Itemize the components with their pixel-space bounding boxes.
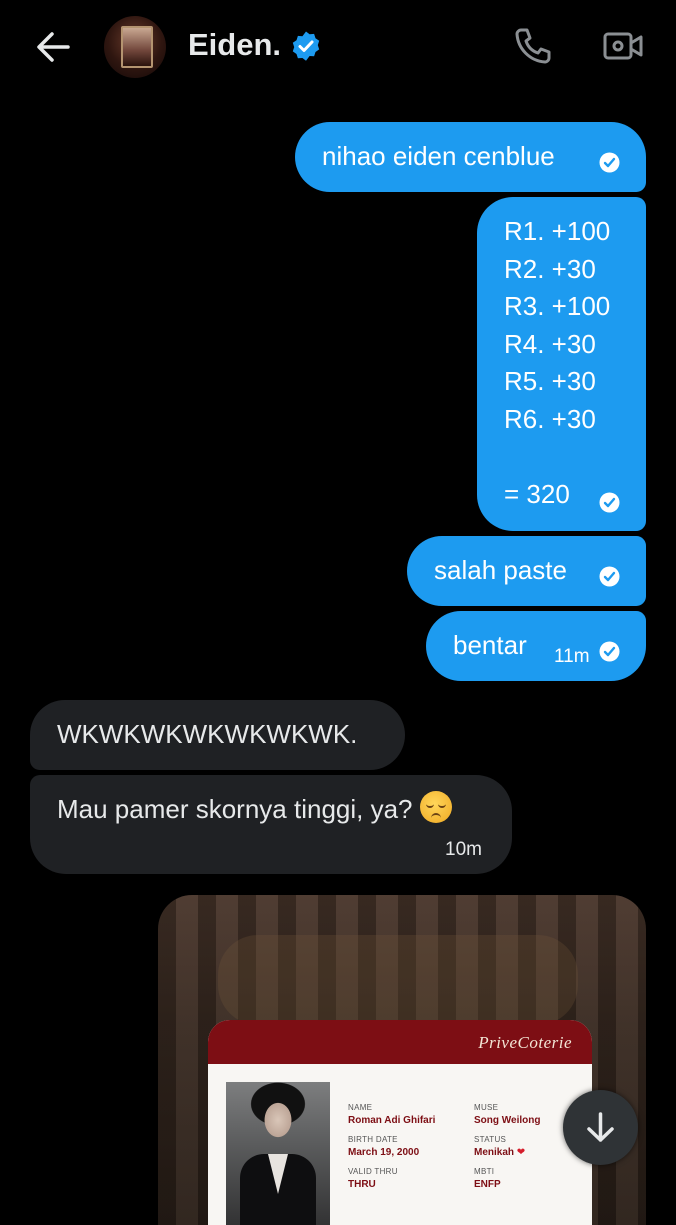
heart-icon: ❤ bbox=[516, 1147, 526, 1158]
read-check-icon bbox=[599, 641, 620, 662]
message-text: WKWKWKWKWKWKWK. bbox=[57, 719, 358, 749]
field-label: BIRTH DATE bbox=[348, 1135, 398, 1144]
message-bubble-incoming[interactable]: WKWKWKWKWKWKWK. bbox=[30, 700, 405, 770]
contact-avatar[interactable] bbox=[104, 16, 166, 78]
message-line: R1. +100 bbox=[504, 216, 611, 246]
message-text-lines: R1. +100 R2. +30 R3. +100 R4. +30 R5. +3… bbox=[504, 213, 610, 513]
message-text: nihao eiden cenblue bbox=[322, 141, 555, 171]
portrait-photo bbox=[226, 1082, 330, 1225]
message-timestamp: 11m bbox=[554, 646, 590, 667]
image-attachment[interactable]: PriveCoterie NAME Roman Adi Ghifari MUSE… bbox=[158, 895, 646, 1225]
message-text: Mau pamer skornya tinggi, ya? bbox=[57, 794, 413, 824]
message-line: R6. +30 bbox=[504, 403, 596, 434]
field-label: NAME bbox=[348, 1103, 373, 1112]
field-value: ENFP bbox=[474, 1179, 501, 1190]
message-line: = 320 bbox=[504, 478, 570, 509]
field-value: Menikah bbox=[474, 1147, 515, 1158]
verified-badge-icon bbox=[292, 31, 320, 61]
video-camera-icon[interactable] bbox=[602, 25, 644, 67]
message-text: bentar bbox=[453, 630, 527, 660]
field-value: Roman Adi Ghifari bbox=[348, 1115, 436, 1126]
message-bubble-outgoing[interactable]: salah paste bbox=[407, 536, 646, 606]
card-header: PriveCoterie bbox=[208, 1020, 592, 1064]
field-value: THRU bbox=[348, 1179, 376, 1190]
back-arrow-icon[interactable] bbox=[32, 26, 74, 68]
read-check-icon bbox=[599, 152, 620, 173]
field-label: STATUS bbox=[474, 1135, 507, 1144]
message-bubble-incoming[interactable]: Mau pamer skornya tinggi, ya? 10m bbox=[30, 775, 512, 874]
field-value-wrap: Menikah ❤ bbox=[474, 1147, 525, 1158]
message-line: R2. +30 bbox=[504, 253, 596, 284]
arrow-down-icon bbox=[587, 1112, 614, 1142]
read-check-icon bbox=[599, 492, 620, 513]
message-bubble-outgoing[interactable]: R1. +100 R2. +30 R3. +100 R4. +30 R5. +3… bbox=[477, 197, 646, 531]
brand-logo: PriveCoterie bbox=[478, 1033, 572, 1052]
contact-name[interactable]: Eiden. bbox=[188, 27, 281, 63]
message-bubble-outgoing[interactable]: nihao eiden cenblue bbox=[295, 122, 646, 192]
message-text-wrap: Mau pamer skornya tinggi, ya? bbox=[57, 791, 452, 829]
message-text: salah paste bbox=[434, 555, 567, 585]
field-label: MBTI bbox=[474, 1167, 495, 1176]
pensive-face-emoji-icon bbox=[419, 791, 452, 823]
message-timestamp: 10m bbox=[445, 839, 482, 860]
field-value: Song Weilong bbox=[474, 1115, 541, 1126]
chat-header: Eiden. bbox=[0, 0, 676, 96]
field-label: MUSE bbox=[474, 1103, 499, 1112]
field-label: VALID THRU bbox=[348, 1167, 398, 1176]
message-line: R5. +30 bbox=[504, 366, 596, 396]
id-card-image: PriveCoterie NAME Roman Adi Ghifari MUSE… bbox=[208, 1020, 592, 1225]
message-line: R3. +100 bbox=[504, 291, 611, 321]
message-line: R4. +30 bbox=[504, 328, 596, 359]
scroll-to-bottom-button[interactable] bbox=[563, 1090, 638, 1165]
field-value: March 19, 2000 bbox=[348, 1147, 420, 1158]
phone-icon[interactable] bbox=[512, 25, 554, 67]
read-check-icon bbox=[599, 566, 620, 587]
message-line bbox=[504, 438, 610, 476]
message-bubble-outgoing[interactable]: bentar 11m bbox=[426, 611, 646, 681]
